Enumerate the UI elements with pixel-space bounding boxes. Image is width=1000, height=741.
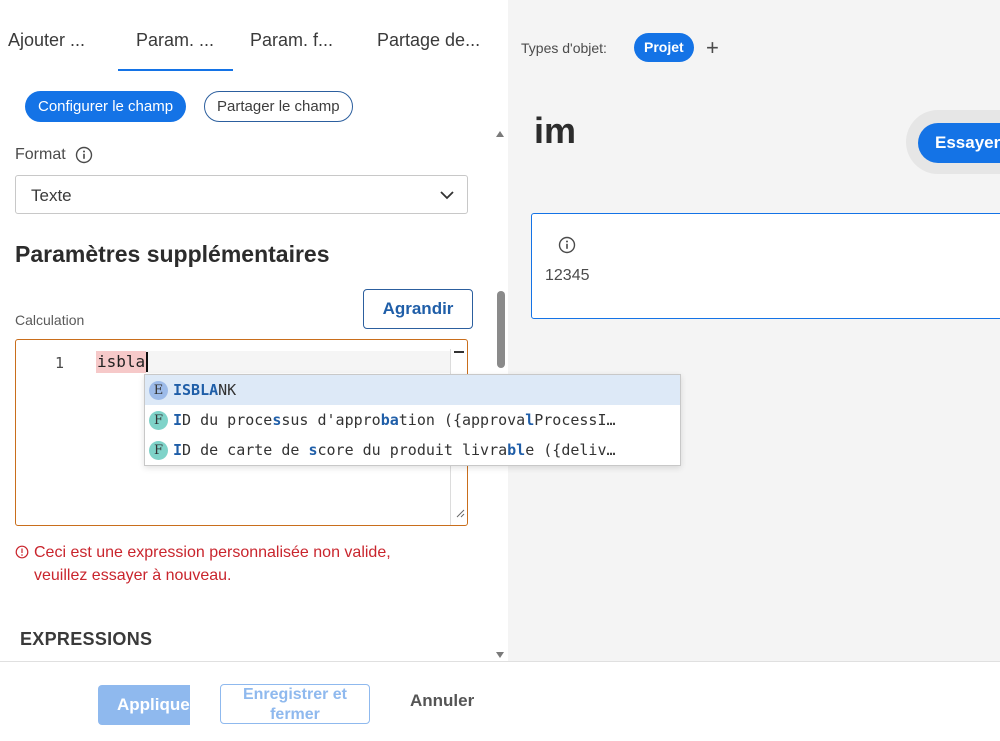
label-segment: tion ({approva xyxy=(398,411,526,429)
resize-grip-icon[interactable] xyxy=(456,505,465,523)
autocomplete-item-label: ISBLANK xyxy=(173,381,236,399)
apply-button[interactable]: Appliquer xyxy=(98,685,196,725)
info-icon[interactable] xyxy=(558,236,576,259)
save-and-close-button[interactable]: Enregistrer et fermer xyxy=(220,684,370,724)
tab-settings[interactable]: Param. ... xyxy=(136,30,214,51)
share-field-button[interactable]: Partager le champ xyxy=(204,91,353,122)
match-highlight: ISBLA xyxy=(173,381,219,399)
info-icon[interactable] xyxy=(75,146,93,169)
plus-icon[interactable]: + xyxy=(706,36,719,60)
preview-field-value: 12345 xyxy=(545,267,590,284)
field-settings-panel: Ajouter ... Param. ... Param. f... Parta… xyxy=(0,0,494,661)
expression-type-icon: E xyxy=(149,380,168,400)
label-segment: ProcessI… xyxy=(534,411,616,429)
match-highlight: l xyxy=(525,411,535,429)
active-line-highlight xyxy=(96,351,451,373)
footer-bar: Appliquer Enregistrer et fermer Annuler xyxy=(0,661,1000,741)
preview-pane: Types d'objet: Projet + im Essayer 12345 xyxy=(508,0,1000,661)
label-segment: sus d'appro xyxy=(281,411,381,429)
line-number: 1 xyxy=(55,354,65,372)
label-segment: NK xyxy=(218,381,237,399)
calculation-label: Calculation xyxy=(15,312,85,328)
match-highlight: I xyxy=(173,441,183,459)
try-button[interactable]: Essayer xyxy=(918,123,1000,163)
match-highlight: I xyxy=(173,411,183,429)
additional-settings-title: Paramètres supplémentaires xyxy=(15,241,330,267)
field-type-icon: F xyxy=(149,440,168,460)
object-type-chip-projet[interactable]: Projet xyxy=(634,33,694,62)
autocomplete-item[interactable]: F ID de carte de score du produit livrabl… xyxy=(145,435,680,465)
expressions-title: EXPRESSIONS xyxy=(20,629,153,649)
object-types-label: Types d'objet: xyxy=(521,40,607,56)
text-caret xyxy=(146,352,148,372)
autocomplete-list: E ISBLANK F ID du processus d'approbation (… xyxy=(144,374,681,466)
format-label: Format xyxy=(15,146,66,163)
configure-field-button[interactable]: Configurer le champ xyxy=(25,91,187,122)
panel-scrollbar-thumb[interactable] xyxy=(497,291,505,368)
expand-button[interactable]: Agrandir xyxy=(363,289,473,329)
format-select-value: Texte xyxy=(31,186,72,205)
cancel-button[interactable]: Annuler xyxy=(410,691,474,711)
label-segment: core du produit livra xyxy=(317,441,508,459)
autocomplete-item-label: ID du processus d'approbation ({approval… xyxy=(173,411,616,429)
preview-title: im xyxy=(534,110,577,151)
scroll-down-icon[interactable] xyxy=(495,647,505,658)
tab-sharing[interactable]: Partage de... xyxy=(377,30,480,51)
validation-error: Ceci est une expression personnalisée no… xyxy=(15,541,445,587)
match-highlight: ba xyxy=(380,411,399,429)
match-highlight: s xyxy=(308,441,318,459)
label-segment: D de carte de xyxy=(182,441,309,459)
chevron-down-icon xyxy=(439,188,455,207)
error-text: Ceci est une expression personnalisée no… xyxy=(34,544,391,584)
tab-add[interactable]: Ajouter ... xyxy=(8,30,85,51)
field-type-icon: F xyxy=(149,410,168,430)
label-segment: e ({deliv… xyxy=(525,441,616,459)
active-tab-indicator xyxy=(118,69,233,71)
scroll-up-icon[interactable] xyxy=(495,126,505,137)
autocomplete-item[interactable]: E ISBLANK xyxy=(145,375,680,405)
editor-scrollbar-thumb[interactable] xyxy=(454,351,464,353)
format-select[interactable]: Texte xyxy=(15,175,468,214)
preview-field-card: 12345 xyxy=(531,213,1000,319)
autocomplete-item[interactable]: F ID du processus d'approbation ({approva… xyxy=(145,405,680,435)
label-segment: D du proce xyxy=(182,411,273,429)
tab-field-settings[interactable]: Param. f... xyxy=(250,30,333,51)
match-highlight: bl xyxy=(507,441,526,459)
autocomplete-item-label: ID de carte de score du produit livrable… xyxy=(173,441,616,459)
error-icon xyxy=(15,543,29,566)
code-text[interactable]: isbla xyxy=(96,351,147,373)
